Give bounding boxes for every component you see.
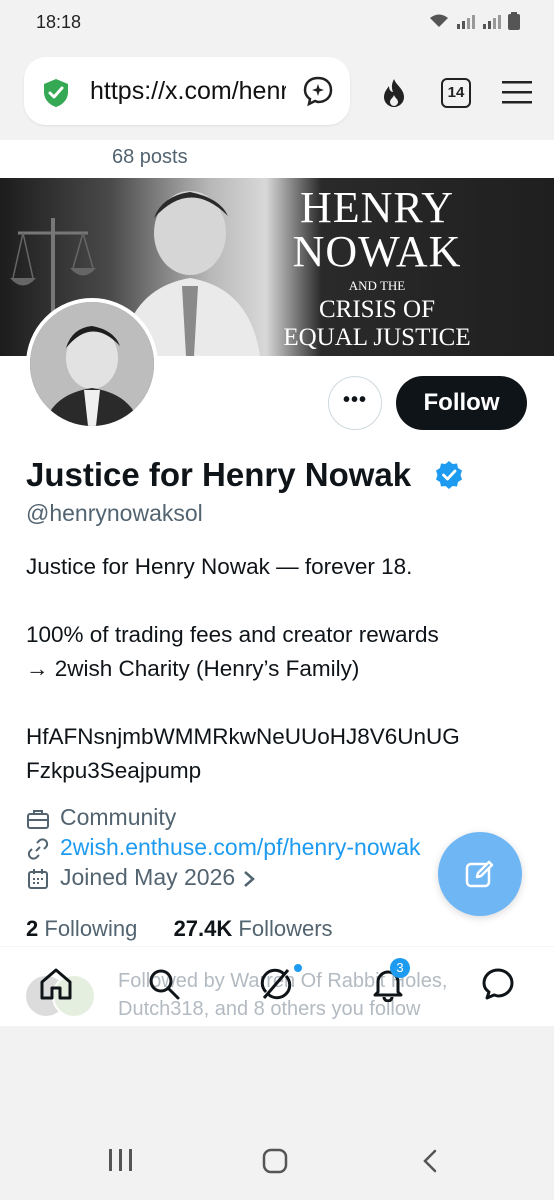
tabs-count-button[interactable]: 14: [441, 78, 471, 108]
banner-line-2: NOWAK: [292, 227, 462, 276]
back-icon[interactable]: [420, 1148, 440, 1174]
verified-badge-icon: [436, 461, 462, 489]
profile-page: 68 posts HENRY NOWAK AND THE CRISIS OF EQU…: [0, 140, 554, 1026]
wifi-icon: [430, 14, 448, 27]
flame-icon[interactable]: [378, 77, 410, 109]
search-icon[interactable]: [146, 966, 182, 1002]
banner-title: HENRY NOWAK: [270, 186, 484, 274]
banner-line-3: AND THE: [348, 278, 406, 293]
profile-name: Justice for Henry Nowak: [26, 456, 412, 493]
signal-icon-2: [483, 15, 501, 29]
profile-header-strip: 68 posts: [0, 140, 554, 178]
status-icons: [428, 12, 520, 30]
status-time: 18:18: [36, 12, 82, 32]
secure-shield-icon[interactable]: [40, 77, 72, 109]
following-count: 2: [26, 916, 39, 941]
posts-count: 68 posts: [112, 146, 188, 168]
chevron-right-icon[interactable]: [241, 869, 257, 889]
banner-subtitle: CRISIS OF EQUAL JUSTICE: [270, 296, 484, 352]
bio-line-1: Justice for Henry Nowak — forever 18.: [26, 554, 413, 579]
calendar-icon: [28, 868, 48, 889]
grok-icon[interactable]: [258, 966, 294, 1002]
bio-line-5: Fzkpu3Seajpump: [26, 758, 202, 783]
followers-label: Followers: [238, 916, 333, 941]
avatar[interactable]: [26, 298, 158, 430]
recent-apps-icon[interactable]: [108, 1148, 134, 1172]
following-label: Following: [44, 916, 138, 941]
notifications-badge: 3: [390, 958, 410, 978]
profile-category: Community: [26, 804, 176, 831]
follow-button[interactable]: Follow: [396, 376, 527, 430]
status-bar: 18:18: [0, 0, 554, 44]
briefcase-icon: [27, 809, 49, 829]
profile-link[interactable]: 2wish.enthuse.com/pf/henry-nowak: [60, 834, 421, 860]
compose-icon: [465, 860, 494, 888]
signal-icon: [457, 15, 475, 29]
banner-line-5: EQUAL JUSTICE: [283, 324, 471, 351]
menu-icon[interactable]: [502, 80, 532, 104]
follow-stats: 2 Following 27.4K Followers: [26, 916, 333, 942]
profile-joined: Joined May 2026: [26, 864, 257, 891]
battery-icon: [508, 12, 520, 30]
banner-line-4: CRISIS OF: [318, 296, 435, 323]
followers-count: 27.4K: [173, 916, 233, 941]
bio-line-2: 100% of trading fees and creator rewards: [26, 622, 439, 647]
url-text[interactable]: https://x.com/henrynowaksol: [90, 77, 286, 106]
profile-bio: Justice for Henry Nowak — forever 18. 10…: [26, 550, 536, 788]
address-bar[interactable]: https://x.com/henrynowaksol: [24, 57, 350, 125]
grok-indicator-dot: [294, 964, 302, 972]
browser-toolbar: https://x.com/henrynowaksol 14: [0, 44, 554, 140]
home-icon[interactable]: [38, 966, 74, 1002]
system-navigation-bar: [0, 1026, 554, 1200]
more-options-button[interactable]: •••: [328, 376, 382, 430]
home-button-icon[interactable]: [262, 1148, 288, 1174]
banner-line-1: HENRY: [299, 183, 455, 232]
profile-handle: @henrynowaksol: [26, 500, 203, 526]
bio-line-3: → 2wish Charity (Henry’s Family): [26, 656, 360, 681]
assistant-icon[interactable]: [302, 75, 334, 107]
messages-icon[interactable]: [480, 966, 516, 1002]
following-link[interactable]: 2 Following: [26, 916, 137, 941]
more-options-dots: •••: [342, 389, 367, 411]
joined-label[interactable]: Joined May 2026: [60, 864, 235, 890]
compose-post-button[interactable]: [438, 832, 522, 916]
followers-link[interactable]: 27.4K Followers: [174, 916, 333, 941]
avatar-portrait: [30, 302, 154, 426]
profile-link-row: 2wish.enthuse.com/pf/henry-nowak: [26, 834, 421, 861]
bio-line-4: HfAFNsnjmbWMMRkwNeUUoHJ8V6UnUG: [26, 724, 460, 749]
link-icon: [27, 838, 49, 860]
category-label: Community: [60, 804, 177, 830]
